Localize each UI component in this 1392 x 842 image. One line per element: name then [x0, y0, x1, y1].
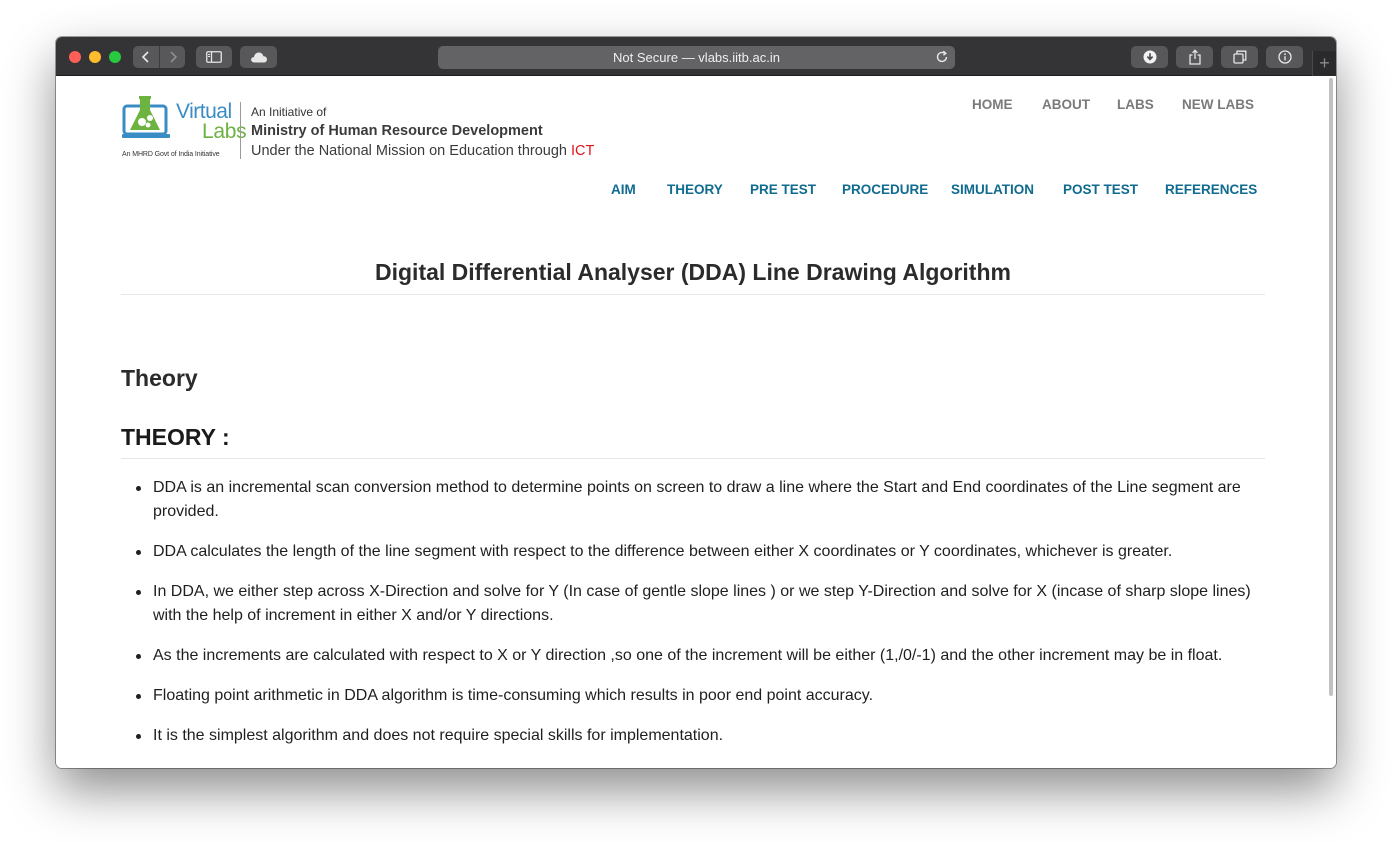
list-item: Floating point arithmetic in DDA algorit…: [121, 684, 1265, 708]
list-item: DDA calculates the length of the line se…: [121, 540, 1265, 564]
browser-toolbar: Not Secure — vlabs.iitb.ac.in +: [56, 37, 1336, 76]
history-nav-group: [133, 46, 185, 68]
info-button[interactable]: [1266, 46, 1303, 68]
initiative-mission-text: Under the National Mission on Education …: [251, 143, 567, 159]
url-text: Not Secure — vlabs.iitb.ac.in: [613, 50, 780, 65]
initiative-ict: ICT: [571, 143, 595, 159]
minimize-window-button[interactable]: [89, 51, 101, 63]
initiative-ministry: Ministry of Human Resource Development: [251, 123, 543, 139]
share-button[interactable]: [1176, 46, 1213, 68]
tabs-icon: [1232, 50, 1246, 64]
share-icon: [1188, 49, 1201, 65]
chevron-right-icon: [169, 51, 177, 63]
theory-divider: [121, 458, 1265, 459]
theory-heading: THEORY :: [121, 424, 230, 450]
info-icon: [1277, 50, 1292, 64]
downloads-button[interactable]: [1131, 46, 1168, 68]
initiative-line-1: An Initiative of: [251, 105, 327, 119]
new-tab-button[interactable]: +: [1312, 51, 1336, 76]
chevron-left-icon: [141, 51, 149, 63]
initiative-block: An Initiative of Ministry of Human Resou…: [251, 103, 594, 161]
logo-tagline: An MHRD Govt of India Initiative: [122, 151, 220, 158]
cloud-icon: [250, 52, 267, 63]
tab-references[interactable]: REFERENCES: [1165, 182, 1257, 197]
icloud-tabs-button[interactable]: [240, 46, 277, 68]
tab-procedure[interactable]: PROCEDURE: [842, 182, 928, 197]
zoom-window-button[interactable]: [109, 51, 121, 63]
list-item: In DDA, we either step across X-Directio…: [121, 580, 1265, 628]
list-item: It is the simplest algorithm and does no…: [121, 724, 1265, 748]
close-window-button[interactable]: [69, 51, 81, 63]
address-bar[interactable]: Not Secure — vlabs.iitb.ac.in: [438, 46, 955, 69]
page-scrollbar[interactable]: [1329, 78, 1333, 696]
theory-list: DDA is an incremental scan conversion me…: [121, 476, 1265, 764]
experiment-title: Digital Differential Analyser (DDA) Line…: [375, 259, 1011, 285]
sidebar-icon: [206, 51, 222, 63]
initiative-mission: Under the National Mission on Education …: [251, 141, 594, 161]
tab-pre-test[interactable]: PRE TEST: [750, 182, 816, 197]
section-title: Theory: [121, 365, 198, 391]
web-page: Virtual Labs An MHRD Govt of India Initi…: [56, 76, 1336, 768]
tab-post-test[interactable]: POST TEST: [1063, 182, 1138, 197]
tab-aim[interactable]: AIM: [611, 182, 636, 197]
list-item: As the increments are calculated with re…: [121, 644, 1265, 668]
reload-icon[interactable]: [935, 50, 949, 64]
tab-simulation[interactable]: SIMULATION: [951, 182, 1034, 197]
title-divider: [121, 294, 1265, 295]
sidebar-toggle-button[interactable]: [196, 46, 232, 68]
virtual-labs-logo[interactable]: Virtual Labs An MHRD Govt of India Initi…: [122, 96, 247, 160]
browser-window: Not Secure — vlabs.iitb.ac.in + Virtual …: [56, 37, 1336, 768]
forward-button[interactable]: [159, 46, 185, 68]
back-button[interactable]: [133, 46, 159, 68]
nav-new-labs-link[interactable]: NEW LABS: [1182, 97, 1254, 112]
download-icon: [1143, 50, 1156, 64]
list-item: DDA is an incremental scan conversion me…: [121, 476, 1265, 524]
tab-theory[interactable]: THEORY: [667, 182, 723, 197]
flask-logo-icon: [122, 96, 170, 138]
nav-about-link[interactable]: ABOUT: [1042, 97, 1090, 112]
nav-home-link[interactable]: HOME: [972, 97, 1013, 112]
tab-overview-button[interactable]: [1221, 46, 1258, 68]
logo-divider: [240, 102, 241, 159]
nav-labs-link[interactable]: LABS: [1117, 97, 1154, 112]
